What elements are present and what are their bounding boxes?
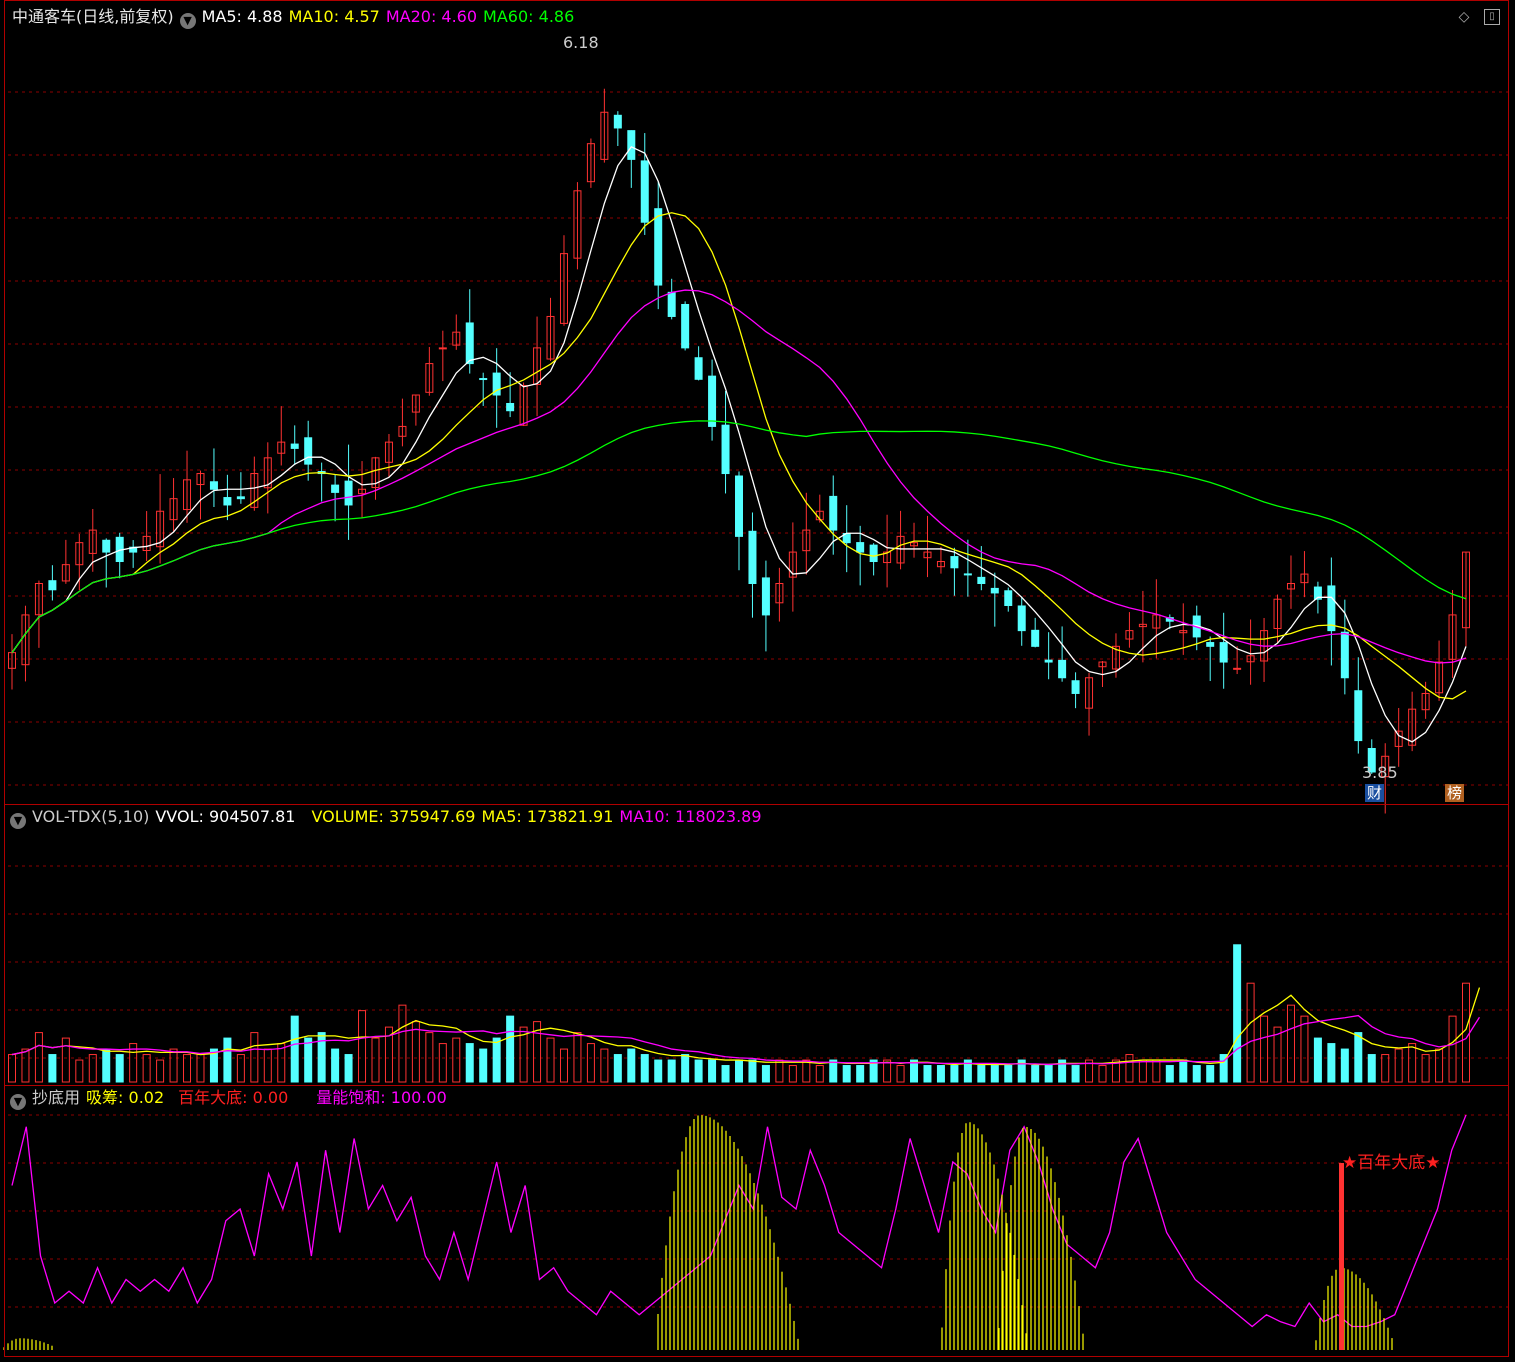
main-panel-frame — [4, 0, 1509, 805]
indicator-panel-frame — [4, 1085, 1509, 1357]
stock-chart-window: 中通客车(日线,前复权) ▼ MA5: 4.88 MA10: 4.57 MA20: 4.… — [0, 0, 1515, 1362]
volume-panel-frame — [4, 804, 1509, 1086]
